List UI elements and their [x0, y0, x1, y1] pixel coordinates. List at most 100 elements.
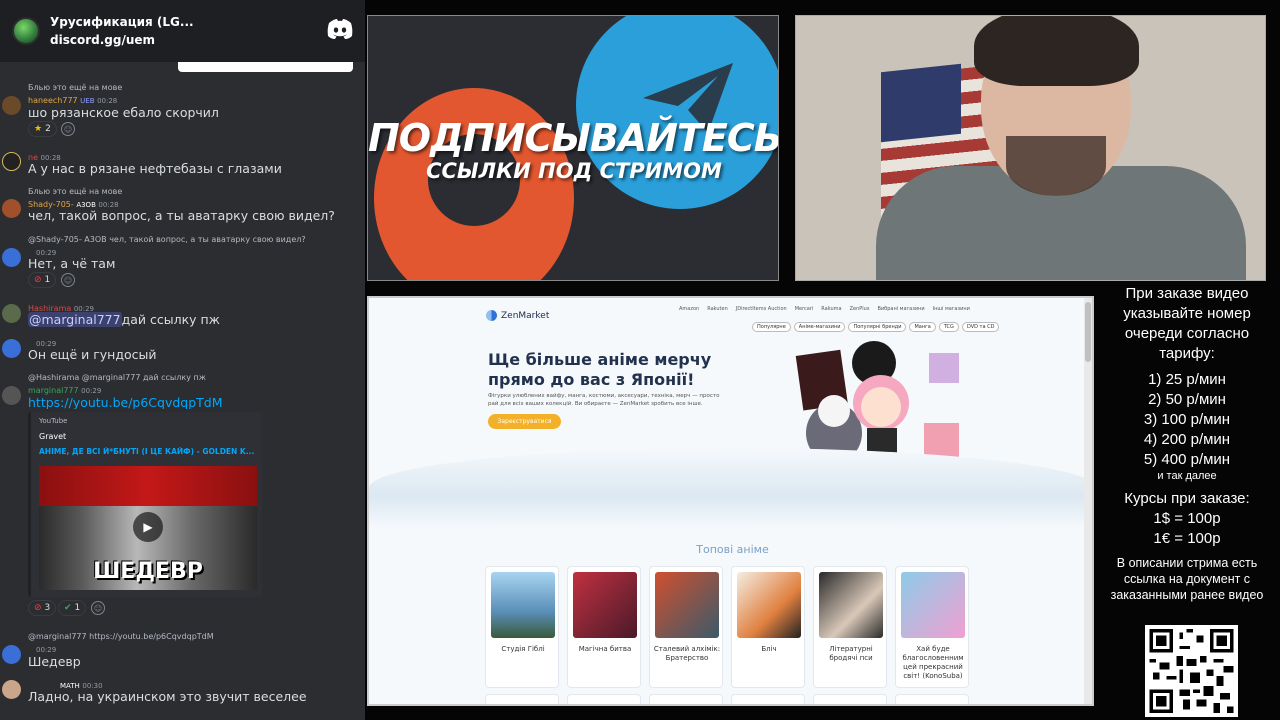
message-text: Нет, а чё там	[28, 256, 116, 271]
user-avatar[interactable]	[2, 248, 21, 267]
anime-card[interactable]: Літературні бродячі пси	[813, 566, 887, 688]
tariff-tier: 1) 25 р/мин	[1148, 371, 1226, 388]
username[interactable]: 00:29	[36, 645, 56, 654]
anime-cover	[737, 572, 801, 638]
nav-link[interactable]: Вибрані магазини	[877, 306, 924, 312]
nav-link[interactable]: Rakuten	[707, 306, 728, 312]
anime-card[interactable]	[649, 694, 723, 704]
video-thumbnail[interactable]: ▶ ШЕДЕВР	[39, 466, 257, 590]
user-avatar[interactable]	[2, 680, 21, 699]
embed-provider: YouTube	[39, 417, 68, 425]
anime-card[interactable]: Бліч	[731, 566, 805, 688]
anime-cover	[901, 572, 965, 638]
nav-link[interactable]: ZenPlus	[850, 306, 870, 312]
user-avatar[interactable]	[2, 645, 21, 664]
discord-server-header[interactable]: Урусификация (LG... discord.gg/uem	[0, 0, 365, 62]
stream-layout: Урусификация (LG... discord.gg/uem Блью …	[0, 0, 1280, 720]
tariff-tier: 3) 100 р/мин	[1143, 411, 1231, 428]
anime-card[interactable]: Студія Гіблі	[485, 566, 559, 688]
reaction-pill[interactable]: ⊘ 1	[28, 272, 57, 288]
reaction-pill[interactable]: ⊘ 3	[28, 600, 57, 616]
anime-cover	[819, 572, 883, 638]
category-pill[interactable]: Манга	[909, 322, 936, 332]
anime-card[interactable]: Магічна битва	[567, 566, 641, 688]
category-pill[interactable]: DVD та CD	[961, 322, 1000, 332]
user-avatar[interactable]	[2, 304, 21, 323]
play-icon[interactable]: ▶	[133, 512, 163, 542]
anime-card[interactable]	[485, 694, 559, 704]
user-avatar[interactable]	[2, 152, 21, 171]
rate-eur: 1€ = 100р	[1153, 530, 1221, 547]
youtube-embed[interactable]: YouTube Gravet АНІМЕ, ДЕ ВСІ Й*БНУТІ (І …	[28, 412, 262, 597]
embed-author[interactable]: Gravet	[39, 432, 66, 441]
anime-card[interactable]	[567, 694, 641, 704]
message-text: шо рязанское ебало скорчил	[28, 105, 219, 120]
anime-card[interactable]	[813, 694, 887, 704]
message-text: Ладно, на украинском это звучит веселее	[28, 689, 307, 704]
anime-title: Магічна битва	[578, 645, 632, 653]
reply-preview[interactable]: @Shady-705- А3ОВ чел, такой вопрос, а ты…	[28, 235, 306, 244]
nav-link[interactable]: Інші магазини	[933, 306, 970, 312]
anime-card-row-partial	[485, 694, 969, 704]
anime-cover	[491, 572, 555, 638]
anime-title: Сталевий алхімік: Братерство	[653, 645, 721, 662]
tariff-tier: 2) 50 р/мин	[1148, 391, 1226, 408]
message-text: А у нас в рязане нефтебазы с глазами	[28, 161, 282, 176]
add-reaction-icon[interactable]: ☺	[61, 273, 75, 287]
user-mention[interactable]: @marginal777	[28, 312, 122, 327]
username[interactable]: haneech777 UEB 00:28	[28, 96, 117, 105]
category-pill[interactable]: Популярні бренди	[848, 322, 907, 332]
zenmarket-logo[interactable]: ZenMarket	[486, 310, 549, 321]
anime-card[interactable]: Сталевий алхімік: Братерство	[649, 566, 723, 688]
discord-logo-icon	[327, 19, 353, 39]
username[interactable]: marginal777 00:29	[28, 386, 101, 395]
reply-preview[interactable]: @marginal777 https://youtu.be/p6CqvdqpTd…	[28, 632, 214, 641]
tariff-tier: 5) 400 р/мин	[1143, 451, 1231, 468]
server-invite-link[interactable]: discord.gg/uem	[50, 31, 194, 49]
add-reaction-icon[interactable]: ☺	[61, 122, 75, 136]
youtube-link[interactable]: https://youtu.be/p6CqvdqpTdM	[28, 395, 223, 409]
tariff-tier: 4) 200 р/мин	[1143, 431, 1231, 448]
message-text: Шедевр	[28, 654, 81, 669]
category-pill[interactable]: TCG	[938, 322, 959, 332]
reply-preview[interactable]: Блью это ещё на мове	[28, 83, 122, 92]
anime-title: Хай буде благословенним цей прекрасний с…	[902, 645, 964, 680]
promo-subtitle: ССЫЛКИ ПОД СТРИМОМ	[426, 159, 722, 183]
hero-description: Фігурки улюблених вайфу, манга, костюми,…	[488, 393, 720, 407]
message-text: Он ещё и гундосый	[28, 347, 157, 362]
anime-card[interactable]	[731, 694, 805, 704]
reply-preview[interactable]: Блью это ещё на мове	[28, 187, 122, 196]
nav-link[interactable]: Mercari	[795, 306, 814, 312]
nav-link[interactable]: Amazon	[679, 306, 699, 312]
thumbnail-caption: ШЕДЕВР	[93, 559, 203, 584]
anime-title: Студія Гіблі	[501, 645, 545, 653]
server-name: Урусификация (LG...	[50, 15, 194, 29]
user-avatar[interactable]	[2, 96, 21, 115]
anime-card-grid: Студія Гіблі Магічна битва Сталевий алхі…	[485, 566, 969, 688]
user-avatar[interactable]	[2, 386, 21, 405]
anime-card[interactable]: Хай буде благословенним цей прекрасний с…	[895, 566, 969, 688]
server-avatar-icon	[12, 17, 40, 45]
discord-chat-overlay: Урусификация (LG... discord.gg/uem Блью …	[0, 0, 365, 720]
embed-title[interactable]: АНІМЕ, ДЕ ВСІ Й*БНУТІ (І ЦЕ КАЙФ) - GOLD…	[39, 447, 259, 456]
reaction-pill[interactable]: ✔ 1	[58, 600, 87, 616]
anime-card[interactable]	[895, 694, 969, 704]
category-pill[interactable]: Аніме-магазини	[793, 322, 846, 332]
tariff-etc: и так далее	[1157, 470, 1217, 482]
add-reaction-icon[interactable]: ☺	[91, 601, 105, 615]
order-info-panel: При заказе видео указывайте номер очеред…	[1099, 284, 1275, 603]
page-scrollbar[interactable]	[1084, 298, 1092, 704]
qr-code-icon[interactable]	[1145, 625, 1238, 717]
user-avatar[interactable]	[2, 199, 21, 218]
message-text: чел, такой вопрос, а ты аватарку свою ви…	[28, 208, 335, 223]
reply-preview[interactable]: @Hashirama @marginal777 дай ссылку пж	[28, 373, 206, 382]
register-button[interactable]: Зареєструватися	[488, 414, 561, 429]
nav-link[interactable]: Rakuma	[821, 306, 841, 312]
reaction-pill[interactable]: ★ 2	[28, 121, 57, 137]
category-pills: Популярне Аніме-магазини Популярні бренд…	[752, 322, 1000, 332]
nav-link[interactable]: JDirectItems Auction	[736, 306, 787, 312]
anime-cover	[573, 572, 637, 638]
user-avatar[interactable]	[2, 339, 21, 358]
anime-title: Літературні бродячі пси	[829, 645, 873, 662]
category-pill[interactable]: Популярне	[752, 322, 791, 332]
